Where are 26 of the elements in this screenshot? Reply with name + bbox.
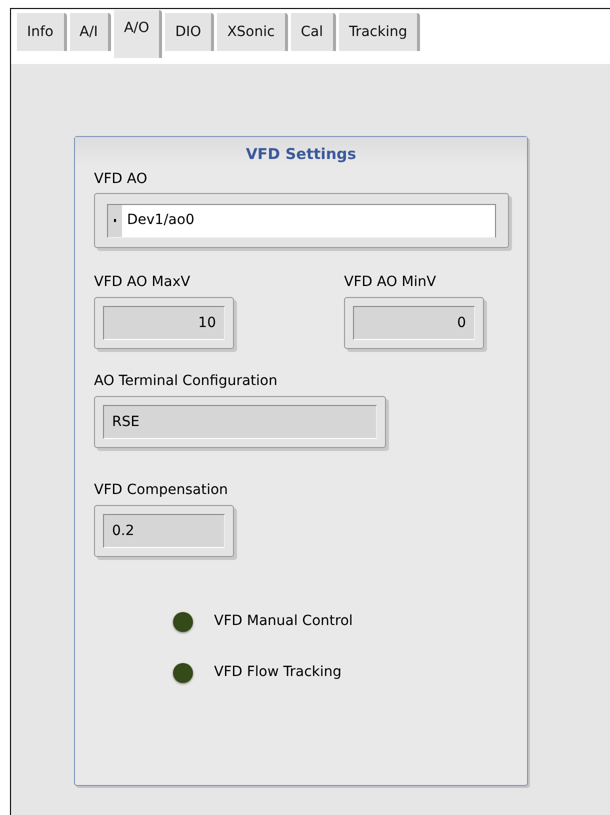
channel-selector[interactable]: Dev1/ao0 xyxy=(94,193,509,248)
dropdown-handle[interactable] xyxy=(108,204,122,236)
tab[interactable]: DIO xyxy=(165,13,214,51)
indicator-label: VFD Manual Control xyxy=(214,612,353,631)
tab[interactable]: Info xyxy=(17,13,66,51)
numeric-field[interactable]: 10 xyxy=(94,297,234,349)
value-text: 10 xyxy=(103,306,225,340)
group-title: VFD Settings xyxy=(246,144,356,164)
tab[interactable]: XSonic xyxy=(217,13,288,51)
numeric-field[interactable]: 0.2 xyxy=(94,505,234,557)
text-field[interactable]: RSE xyxy=(94,396,386,448)
tab[interactable]: Tracking xyxy=(338,13,420,51)
value-text: 0.2 xyxy=(103,514,225,548)
indicator-label: VFD Flow Tracking xyxy=(214,663,342,682)
value-text: Dev1/ao0 xyxy=(122,204,495,236)
field-label: VFD AO MinV xyxy=(344,273,438,292)
field-label: VFD AO MaxV xyxy=(94,273,192,292)
tab[interactable]: A/O xyxy=(114,10,162,59)
tab[interactable]: A/I xyxy=(70,13,111,51)
field-label: AO Terminal Configuration xyxy=(94,372,278,391)
value-text: 0 xyxy=(353,306,475,340)
tab[interactable]: Cal xyxy=(290,13,336,51)
value-text: RSE xyxy=(103,405,377,439)
field-label: VFD Compensation xyxy=(94,481,229,500)
numeric-field[interactable]: 0 xyxy=(344,297,484,349)
field-label: VFD AO xyxy=(94,170,148,189)
